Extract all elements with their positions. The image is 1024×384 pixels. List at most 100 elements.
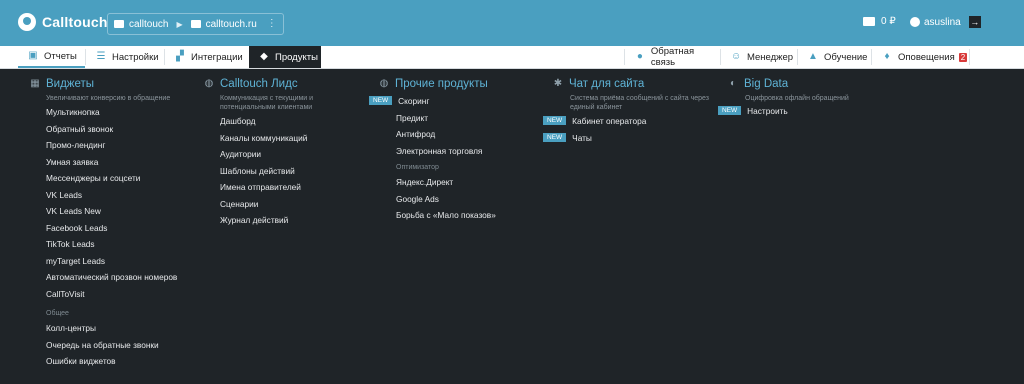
project-selector[interactable]: calltouch ▶ calltouch.ru ⋮ [107,13,284,35]
logout-icon[interactable]: → [968,16,981,28]
balance[interactable]: 0 ₽ [863,16,896,27]
leads-description: Коммуникация с текущими и потенциальными… [220,94,364,112]
menu-item[interactable]: CallToVisit [46,286,190,303]
new-badge: NEW [543,132,567,142]
logo-icon [18,13,36,31]
widgets-header[interactable]: ▦ Виджеты [30,78,190,90]
new-badge: NEW [718,106,742,116]
leads-description-line: потенциальными клиентами [220,104,313,111]
menu-item[interactable]: Шаблоны действий [220,163,364,180]
menu-item[interactable]: Каналы коммуникаций [220,130,364,147]
balance-value: 0 ₽ [881,16,896,27]
puzzle-icon: ▞ [176,51,184,62]
menu-item-label: Настроить [747,106,788,116]
tab-products[interactable]: ◆ Продукты [249,46,321,68]
menu-item[interactable]: VK Leads New [46,203,190,220]
menu-item[interactable]: VK Leads [46,187,190,204]
other-products-header[interactable]: ◍ Прочие продукты [379,78,539,90]
new-badge: NEW [369,96,393,106]
database-icon: ◐ [729,78,737,89]
briefcase-icon [114,20,124,28]
menu-item[interactable]: Facebook Leads [46,220,190,237]
user-menu[interactable]: asuslina → [910,16,981,28]
menu-item[interactable]: Борьба с «Мало показов» [396,207,539,224]
chat-description-line: Система приёма сообщений с сайта через [570,95,709,102]
tab-learning[interactable]: ▲ Обучение [798,46,871,68]
tab-notifications[interactable]: ♦ Оповещения 2 [872,46,969,68]
widgets-title: Виджеты [46,78,95,90]
chat-description: Система приёма сообщений с сайта через е… [553,94,718,112]
calltouch-logo[interactable]: Calltouch [18,13,108,31]
user-name: asuslina [924,16,961,28]
menu-item[interactable]: Дашборд [220,113,364,130]
menu-item-chats[interactable]: NEW Чаты [543,130,718,147]
menu-item[interactable]: Обратный звонок [46,121,190,138]
menu-item[interactable]: Предикт [396,110,539,127]
menu-item-label: Скоринг [398,96,430,106]
menu-item-configure[interactable]: NEW Настроить [718,103,868,120]
chat-title: Чат для сайта [569,78,645,90]
tab-label: Продукты [275,51,318,63]
menu-item[interactable]: Мессенджеры и соцсети [46,170,190,187]
leads-column: ◍ Calltouch Лидс Коммуникация с текущими… [204,78,364,229]
menu-item-label: Кабинет оператора [572,116,647,126]
menu-item[interactable]: Имена отправителей [220,179,364,196]
menu-item[interactable]: Google Ads [396,191,539,208]
menu-item[interactable]: Антифрод [396,126,539,143]
menu-item[interactable]: TikTok Leads [46,236,190,253]
menu-item[interactable]: Электронная торговля [396,143,539,160]
tab-label: Менеджер [747,51,794,63]
widgets-description: Увеличивают конверсию в обращение [46,95,171,102]
new-badge: NEW [543,116,567,126]
bigdata-title: Big Data [744,78,789,90]
tab-label: Настройки [112,51,159,63]
main-tab-bar: ▣ Отчеты ☰ Настройки ▞ Интеграции ◆ Прод… [0,46,1024,69]
brand-name: Calltouch [42,14,108,30]
tab-label: Обратная связь [650,46,695,68]
bigdata-description: Оцифровка офлайн обращений [745,95,849,102]
menu-item[interactable]: Сценарии [220,196,364,213]
globe-icon: ◍ [379,78,389,89]
tab-label: Отчеты [44,50,77,62]
menu-item[interactable]: Очередь на обратные звонки [46,337,190,354]
money-icon [863,17,875,26]
feedback-icon: ● [636,51,643,62]
chat-icon: ✱ [553,78,563,89]
tab-settings[interactable]: ☰ Настройки [86,46,164,68]
menu-item[interactable]: myTarget Leads [46,253,190,270]
tab-feedback[interactable]: ● Обратная связь [625,46,720,68]
menu-item-scoring[interactable]: NEW Скоринг [369,93,539,110]
menu-item[interactable]: Умная заявка [46,154,190,171]
bigdata-header[interactable]: ◐ Big Data [728,78,868,90]
leads-description-line: Коммуникация с текущими и [220,95,314,102]
menu-item[interactable]: Аудитории [220,146,364,163]
tab-label: Оповещения [898,51,955,63]
group-label-optimizer: Оптимизатор [396,164,439,171]
menu-item[interactable]: Автоматический прозвон номеров [46,269,190,286]
grid-icon: ▦ [30,78,40,89]
user-icon [910,17,920,27]
menu-item[interactable]: Ошибки виджетов [46,353,190,370]
chat-description-line: единый кабинет [570,104,623,111]
leads-title: Calltouch Лидс [220,78,298,90]
menu-item[interactable]: Яндекс.Директ [396,174,539,191]
bigdata-column: ◐ Big Data Оцифровка офлайн обращений NE… [718,78,868,120]
other-products-title: Прочие продукты [395,78,488,90]
other-products-column: ◍ Прочие продукты NEW Скоринг Предикт Ант… [369,78,539,224]
widgets-column: ▦ Виджеты Увеличивают конверсию в обраще… [30,78,190,370]
menu-item[interactable]: Колл-центры [46,320,190,337]
menu-item[interactable]: Журнал действий [220,212,364,229]
chat-header[interactable]: ✱ Чат для сайта [553,78,718,90]
tab-manager[interactable]: ☺ Менеджер [721,46,797,68]
menu-item[interactable]: Мультикнопка [46,104,190,121]
top-bar: Calltouch calltouch ▶ calltouch.ru ⋮ 0 ₽… [0,0,1024,46]
notifications-badge: 2 [958,52,968,62]
leads-header[interactable]: ◍ Calltouch Лидс [204,78,364,90]
graduation-cap-icon: ▲ [808,51,818,62]
menu-item[interactable]: Промо-лендинг [46,137,190,154]
tab-integrations[interactable]: ▞ Интеграции [165,46,249,68]
tab-reports[interactable]: ▣ Отчеты [18,46,85,68]
menu-item-operator-cabinet[interactable]: NEW Кабинет оператора [543,113,718,130]
manager-icon: ☺ [731,51,742,62]
chat-column: ✱ Чат для сайта Система приёма сообщений… [543,78,718,146]
